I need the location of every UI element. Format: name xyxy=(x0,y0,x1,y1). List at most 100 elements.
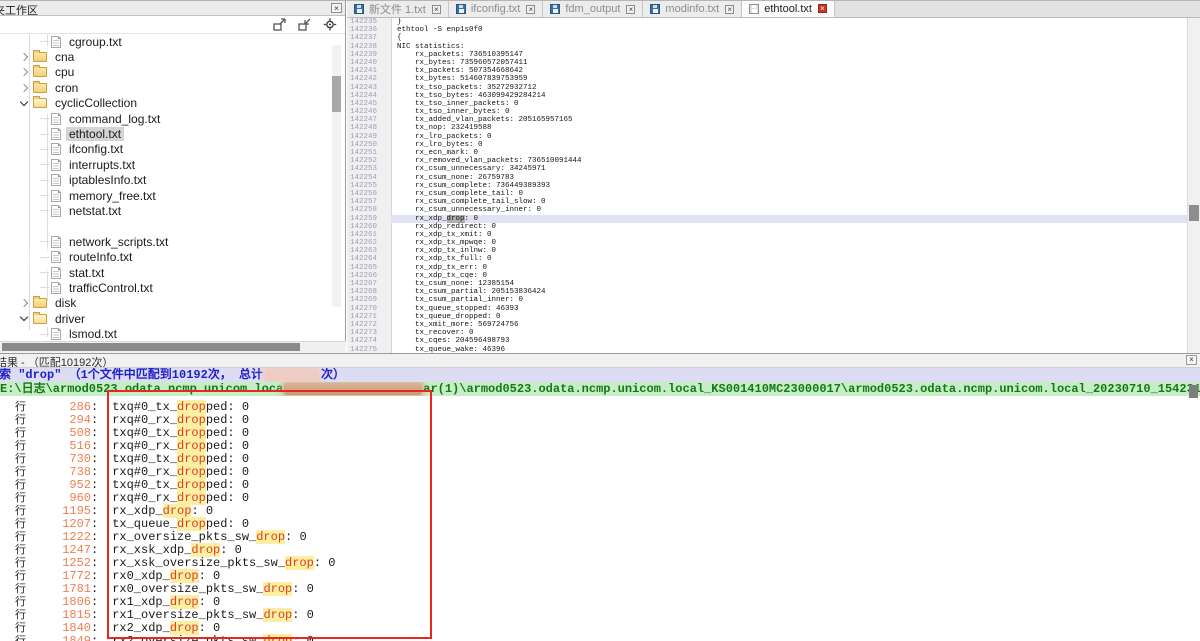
line-number: 142239 xyxy=(347,51,391,59)
editor-line: 142270 tx_queue_stopped: 46393 xyxy=(347,305,1200,313)
line-number: 142273 xyxy=(347,329,391,337)
chevron-right-icon[interactable] xyxy=(20,68,28,76)
tab-fdm_output[interactable]: fdm_output xyxy=(543,1,643,17)
tree-file-ethtool.txt[interactable]: ethtool.txt xyxy=(0,126,345,141)
close-tab-icon[interactable] xyxy=(626,5,635,14)
scrollbar-thumb[interactable] xyxy=(2,343,300,351)
locate-file-icon[interactable] xyxy=(323,18,337,31)
tree-connector xyxy=(40,334,49,335)
close-tab-icon[interactable] xyxy=(818,4,827,13)
line-number: 142245 xyxy=(347,100,391,108)
tree-connector xyxy=(40,134,49,135)
tree-file-lsmod.txt[interactable]: lsmod.txt xyxy=(0,326,345,340)
tree-file-trafficControl.txt[interactable]: trafficControl.txt xyxy=(0,280,345,295)
file-icon xyxy=(51,205,61,217)
line-number: 142249 xyxy=(347,133,391,141)
line-number: 142263 xyxy=(347,247,391,255)
tree-item-label: ifconfig.txt xyxy=(66,142,126,156)
tree-file-network_scripts.txt[interactable]: network_scripts.txt xyxy=(0,234,345,249)
match-highlight: drop xyxy=(177,465,206,479)
editor-line: 142248 tx_nop: 232419588 xyxy=(347,124,1200,132)
results-close-icon[interactable] xyxy=(1186,355,1197,365)
editor-line: 142245 tx_tso_inner_packets: 0 xyxy=(347,100,1200,108)
tree-horizontal-scrollbar[interactable] xyxy=(0,341,346,353)
editor-panel: 新文件 1.txtifconfig.txtfdm_outputmodinfo.t… xyxy=(347,1,1200,353)
tree-file-ifconfig.txt[interactable]: ifconfig.txt xyxy=(0,142,345,157)
editor-line: 142267 tx_csum_none: 12385154 xyxy=(347,280,1200,288)
editor-line: 142246 tx_tso_inner_bytes: 0 xyxy=(347,108,1200,116)
line-number: 142254 xyxy=(347,174,391,182)
tree-item-label: netstat.txt xyxy=(66,204,124,218)
tree-file-memory_free.txt[interactable]: memory_free.txt xyxy=(0,188,345,203)
tab-modinfo.txt[interactable]: modinfo.txt xyxy=(643,1,742,17)
workspace-titlebar: 夹工作区 xyxy=(0,1,345,16)
search-summary-suffix: 次） xyxy=(321,368,345,382)
line-text: tx_bytes: 514607839753959 xyxy=(391,75,1200,83)
scrollbar-thumb[interactable] xyxy=(1189,205,1199,221)
file-path-prefix: E:\日志\armod0523.odata.ncmp.unicom.loca xyxy=(0,382,283,396)
tree-folder-disk[interactable]: disk xyxy=(0,296,345,311)
chevron-down-icon[interactable] xyxy=(20,98,28,106)
tree-file-routeInfo.txt[interactable]: routeInfo.txt xyxy=(0,249,345,264)
tree-file-iptablesInfo.txt[interactable]: iptablesInfo.txt xyxy=(0,173,345,188)
line-text: tx_tso_packets: 35272932712 xyxy=(391,84,1200,92)
line-text: rx_lro_packets: 0 xyxy=(391,133,1200,141)
code-area[interactable]: 142235}142236ethtool -S enp1s0f0142237{1… xyxy=(347,18,1200,354)
result-rows: 行286:txq#0_tx_dropped: 0行294:rxq#0_rx_dr… xyxy=(0,396,1200,641)
line-text: tx_csum_partial_inner: 0 xyxy=(391,296,1200,304)
tree-file-interrupts.txt[interactable]: interrupts.txt xyxy=(0,157,345,172)
tree-folder-cyclicCollection[interactable]: cyclicCollection xyxy=(0,96,345,111)
line-text: rx_removed_vlan_packets: 736510091444 xyxy=(391,157,1200,165)
line-number: 142244 xyxy=(347,92,391,100)
folder-icon xyxy=(33,67,47,77)
line-text: rx_lro_bytes: 0 xyxy=(391,141,1200,149)
editor-body[interactable]: 142235}142236ethtool -S enp1s0f0142237{1… xyxy=(347,18,1200,354)
tree-item-label: cyclicCollection xyxy=(52,96,140,110)
chevron-right-icon[interactable] xyxy=(20,299,28,307)
chevron-right-icon[interactable] xyxy=(20,53,28,61)
tree-file-netstat.txt[interactable]: netstat.txt xyxy=(0,203,345,218)
tree-folder-cna[interactable]: cna xyxy=(0,49,345,64)
result-row-line-1849[interactable]: 行1849:rx2_oversize_pkts_sw_drop: 0 xyxy=(0,635,1200,641)
tree-file-command_log.txt[interactable]: command_log.txt xyxy=(0,111,345,126)
search-summary-row[interactable]: 搜索 "drop" （1个文件中匹配到10192次， 总计 次） xyxy=(0,368,1200,382)
collapse-all-icon[interactable] xyxy=(298,18,312,31)
file-path-suffix: ar(1)\armod0523.odata.ncmp.unicom.local_… xyxy=(423,382,1200,396)
close-tab-icon[interactable] xyxy=(432,5,441,14)
tree-connector xyxy=(40,195,49,196)
row-line-label: 行 xyxy=(15,557,29,570)
tree-vertical-scrollbar[interactable] xyxy=(332,45,341,307)
editor-vertical-scrollbar[interactable] xyxy=(1187,18,1200,354)
tree-item-label: network_scripts.txt xyxy=(66,235,171,249)
chevron-down-icon[interactable] xyxy=(20,313,28,321)
tab-ifconfig.txt[interactable]: ifconfig.txt xyxy=(449,1,544,17)
file-icon xyxy=(51,174,61,186)
tree-folder-cpu[interactable]: cpu xyxy=(0,65,345,80)
editor-line: 142261 rx_xdp_tx_xmit: 0 xyxy=(347,231,1200,239)
line-text: tx_xmit_more: 569724756 xyxy=(391,321,1200,329)
selected-match: drop xyxy=(447,215,465,223)
expand-all-icon[interactable] xyxy=(273,18,287,31)
save-icon xyxy=(650,4,660,14)
tab-新文件 1.txt[interactable]: 新文件 1.txt xyxy=(347,1,449,17)
tree-file-cgroup.txt[interactable]: cgroup.txt xyxy=(0,34,345,49)
close-tab-icon[interactable] xyxy=(725,5,734,14)
redaction-blur xyxy=(284,383,422,395)
results-scrollbar-thumb[interactable] xyxy=(1189,385,1198,398)
search-file-path-row[interactable]: E:\日志\armod0523.odata.ncmp.unicom.loca a… xyxy=(0,382,1200,396)
tree-connector xyxy=(40,41,49,42)
line-text: rx_xdp_tx_mpwqe: 0 xyxy=(391,239,1200,247)
row-line-label: 行 xyxy=(15,401,29,414)
scrollbar-thumb[interactable] xyxy=(332,76,341,112)
file-icon xyxy=(51,128,61,140)
tree-folder-driver[interactable]: driver xyxy=(0,311,345,326)
file-icon xyxy=(51,251,61,263)
workspace-close-icon[interactable] xyxy=(331,3,342,13)
tree-item-label: cna xyxy=(52,50,77,64)
tab-ethtool.txt[interactable]: ethtool.txt xyxy=(742,1,835,17)
close-tab-icon[interactable] xyxy=(526,5,535,14)
tree-folder-cron[interactable]: cron xyxy=(0,80,345,95)
tree-file-stat.txt[interactable]: stat.txt xyxy=(0,265,345,280)
tree-item-label: cpu xyxy=(52,65,77,79)
chevron-right-icon[interactable] xyxy=(20,84,28,92)
